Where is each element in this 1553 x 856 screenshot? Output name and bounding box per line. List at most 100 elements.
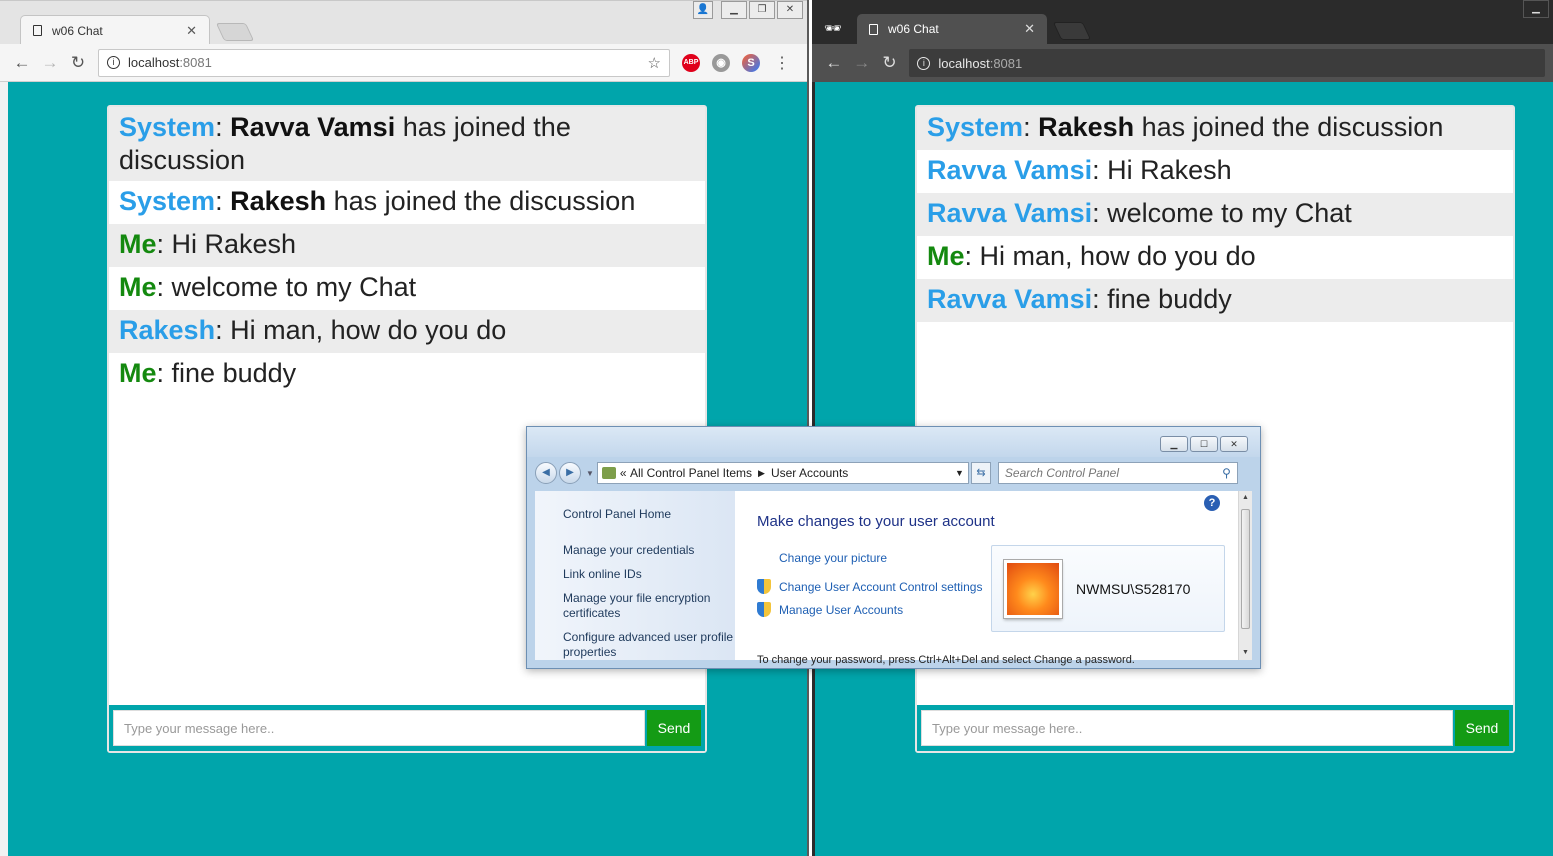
message-text: fine buddy [171, 358, 297, 388]
breadcrumb-item[interactable]: User Accounts [771, 466, 848, 480]
message-sender: Ravva Vamsi [927, 198, 1093, 228]
scroll-thumb[interactable] [1241, 509, 1250, 629]
message-sender: Rakesh [119, 315, 216, 345]
back-button[interactable]: ◀ [535, 462, 557, 484]
search-icon[interactable]: ⚲ [1222, 466, 1231, 480]
message-sender: Ravva Vamsi [927, 284, 1093, 314]
message-text: fine buddy [1107, 284, 1232, 314]
reload-button[interactable]: ↻ [64, 53, 92, 73]
tab-w06-chat[interactable]: w06 Chat ✕ [20, 15, 210, 45]
message-sender: System [119, 186, 216, 216]
url-text: localhost:8081 [938, 55, 1023, 71]
menu-dots-icon[interactable]: ⋮ [774, 53, 790, 73]
minimize-button[interactable]: ▁ [721, 1, 747, 19]
info-icon[interactable]: i [107, 56, 120, 69]
compose-bar: Send [917, 705, 1513, 751]
shield-icon [757, 602, 771, 617]
breadcrumb[interactable]: « All Control Panel Items ▶ User Account… [596, 462, 969, 484]
send-button[interactable]: Send [1455, 710, 1509, 746]
chevron-right-icon[interactable]: ▶ [758, 468, 765, 479]
chat-message: System: Ravva Vamsi has joined the discu… [109, 107, 705, 181]
tab-w06-chat[interactable]: w06 Chat ✕ [857, 14, 1047, 44]
chat-message: Me: Hi man, how do you do [927, 241, 1256, 271]
new-tab-button[interactable] [1052, 22, 1092, 40]
message-text: Hi man, how do you do [230, 315, 507, 345]
sidebar-link-online-ids[interactable]: Link online IDs [563, 567, 735, 582]
page-icon [869, 23, 878, 35]
maximize-button[interactable]: ☐ [1190, 436, 1218, 452]
sidebar-link-encryption[interactable]: Manage your file encryption certificates [563, 591, 735, 621]
close-window-button[interactable]: ✕ [1220, 436, 1248, 452]
shield-icon [757, 579, 771, 594]
search-input[interactable]: Search Control Panel ⚲ [997, 462, 1238, 484]
refresh-button[interactable]: ⇆ [970, 462, 991, 484]
address-bar[interactable]: i localhost:8081 [909, 49, 1545, 77]
message-sender: Ravva Vamsi [927, 155, 1093, 185]
message-text: Hi man, how do you do [979, 241, 1256, 271]
chevron-down-icon[interactable]: ▼ [955, 468, 964, 478]
message-input[interactable] [921, 710, 1453, 746]
tab-strip: w06 Chat ✕ 👤 ▁ ❐ ✕ [0, 0, 807, 45]
message-sender: Me [119, 229, 157, 259]
sidebar-link-home[interactable]: Control Panel Home [563, 507, 735, 522]
browser-toolbar: ← → ↻ i localhost:8081 [812, 44, 1553, 82]
chat-message: Ravva Vamsi: fine buddy [917, 279, 1513, 322]
breadcrumb-overflow[interactable]: « [620, 466, 627, 480]
sidebar-link-credentials[interactable]: Manage your credentials [563, 543, 735, 558]
address-row: ◀ ▶ ▼ « All Control Panel Items ▶ User A… [527, 457, 1260, 489]
s-extension-icon[interactable]: S [742, 53, 760, 72]
search-placeholder: Search Control Panel [1004, 466, 1119, 480]
back-button[interactable]: ← [8, 53, 36, 73]
restore-button[interactable]: ❐ [749, 1, 775, 19]
user-tile: NWMSU\S528170 [991, 545, 1225, 632]
tab-title: w06 Chat [52, 23, 103, 38]
back-button[interactable]: ← [820, 53, 848, 73]
adblock-icon[interactable]: ABP [682, 53, 700, 72]
chat-message: System: Rakesh has joined the discussion [917, 107, 1513, 150]
incognito-icon: 🕶 [824, 20, 842, 36]
message-sender: Me [119, 358, 157, 388]
globe-extension-icon[interactable]: ◉ [712, 53, 730, 72]
address-bar[interactable]: i localhost:8081 ☆ [98, 48, 670, 77]
message-text: welcome to my Chat [171, 272, 417, 302]
message-input[interactable] [113, 710, 645, 746]
window-controls: ▁ ❐ ✕ [721, 1, 803, 19]
message-text: Hi Rakesh [171, 229, 297, 259]
scroll-down-icon[interactable]: ▼ [1239, 646, 1252, 660]
close-window-button[interactable]: ✕ [777, 1, 803, 19]
help-icon[interactable]: ? [1204, 495, 1220, 511]
chat-message: Ravva Vamsi: Hi Rakesh [927, 155, 1232, 185]
joined-user-name: Rakesh [1038, 112, 1135, 142]
send-button[interactable]: Send [647, 710, 701, 746]
window-controls: ▁ [1523, 0, 1549, 18]
title-bar[interactable]: ▁ ☐ ✕ [527, 427, 1260, 457]
new-tab-button[interactable] [215, 23, 255, 41]
recent-pages-dropdown[interactable]: ▼ [586, 469, 594, 478]
vertical-scrollbar[interactable]: ▲ ▼ [1238, 491, 1252, 660]
password-hint-text: To change your password, press Ctrl+Alt+… [757, 654, 1135, 666]
close-icon[interactable]: ✕ [186, 23, 197, 39]
bookmark-star-icon[interactable]: ☆ [648, 54, 661, 72]
task-sidebar: Control Panel Home Manage your credentia… [535, 491, 735, 660]
breadcrumb-item[interactable]: All Control Panel Items [630, 466, 752, 480]
info-icon[interactable]: i [917, 56, 931, 70]
reload-button[interactable]: ↻ [876, 53, 904, 73]
minimize-button[interactable]: ▁ [1160, 436, 1188, 452]
profile-icon[interactable]: 👤 [693, 1, 713, 19]
avatar[interactable] [1004, 559, 1062, 618]
chat-message: Ravva Vamsi: welcome to my Chat [917, 193, 1513, 236]
forward-button[interactable]: → [848, 53, 876, 73]
window-controls: ▁ ☐ ✕ [1160, 436, 1248, 452]
page-title: Make changes to your user account [757, 513, 995, 530]
close-icon[interactable]: ✕ [1024, 21, 1035, 37]
tab-strip: 🕶 w06 Chat ✕ ▁ [812, 0, 1553, 44]
forward-button[interactable]: ▶ [559, 462, 581, 484]
control-panel-icon [601, 467, 616, 479]
minimize-button[interactable]: ▁ [1523, 0, 1549, 18]
forward-button[interactable]: → [36, 53, 64, 73]
message-sender: Me [119, 272, 157, 302]
message-sender: System [119, 112, 216, 142]
sidebar-link-profile[interactable]: Configure advanced user profile properti… [563, 630, 735, 660]
joined-user-name: Ravva Vamsi [230, 112, 396, 142]
scroll-up-icon[interactable]: ▲ [1239, 491, 1252, 505]
